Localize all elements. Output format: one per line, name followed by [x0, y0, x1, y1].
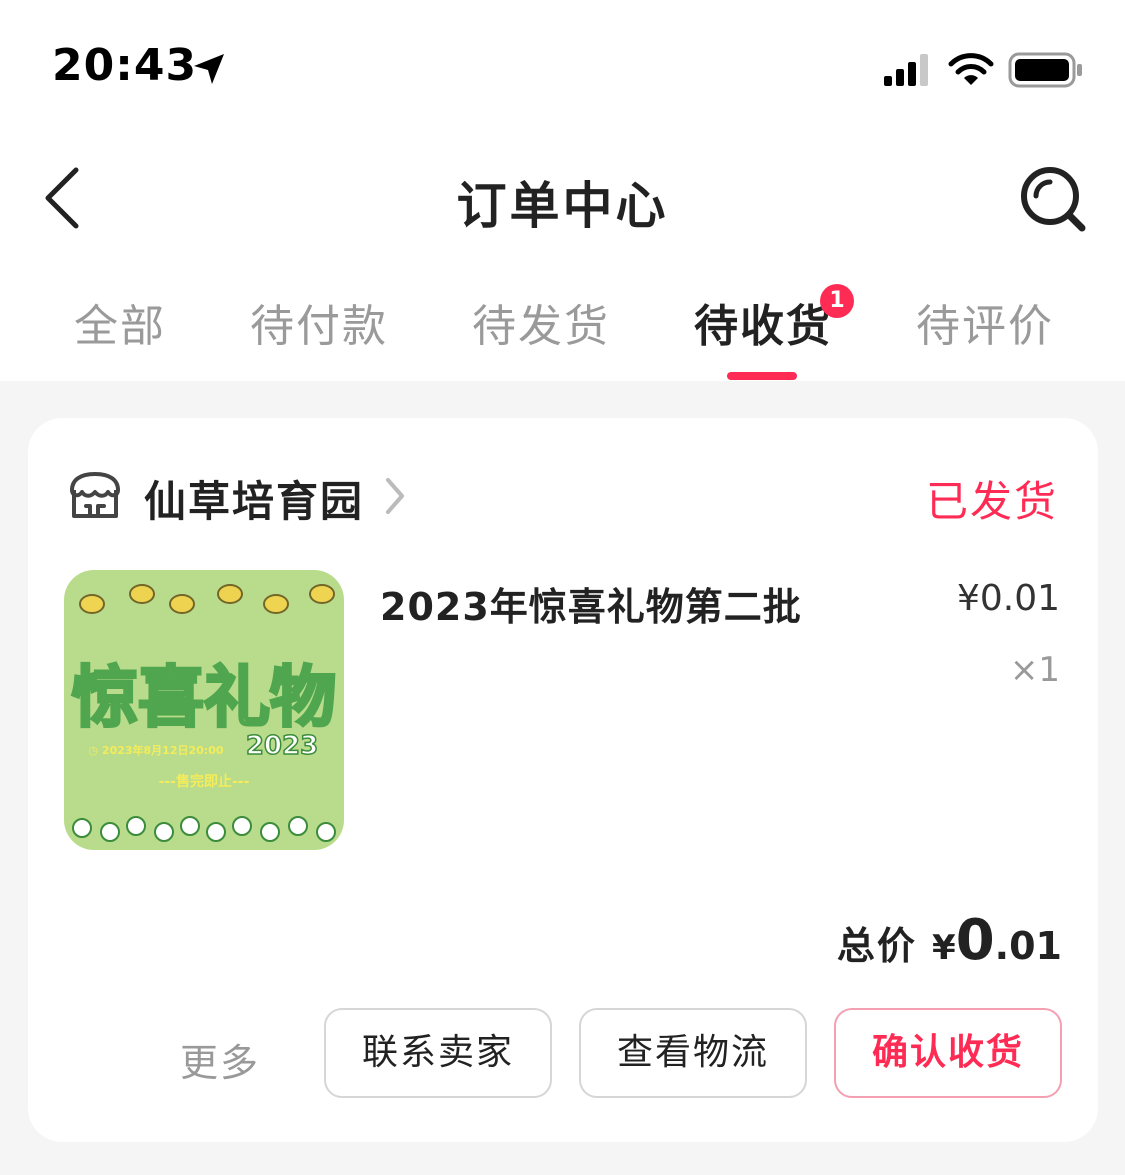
total-currency: ¥ [932, 928, 956, 968]
page-title: 订单中心 [456, 177, 669, 235]
status-time: 20:43 [52, 40, 198, 91]
quantity: ×1 [1009, 650, 1060, 690]
total-decimal: .01 [994, 924, 1062, 968]
order-status-label: 已发货 [925, 477, 1058, 526]
confirm-receipt-button[interactable]: 确认收货 [834, 1008, 1062, 1098]
view-logistics-button[interactable]: 查看物流 [579, 1008, 807, 1098]
thumbnail-date: ◷ 2023年8月12日20:00 [88, 743, 223, 757]
search-icon[interactable] [1018, 164, 1090, 236]
chevron-right-icon[interactable] [384, 476, 406, 516]
tab-pending-review[interactable]: 待评价 [916, 290, 1054, 354]
tab-pending-payment[interactable]: 待付款 [250, 290, 388, 354]
unit-price: ¥0.01 [956, 578, 1060, 619]
thumbnail-year: 2023 [246, 731, 318, 761]
thumbnail-note: ---售完即止--- [159, 773, 250, 790]
header-area: 20:43 订单中心 全部 待付款 待发货 待收货 1 待评价 [0, 0, 1125, 381]
more-button[interactable]: 更多 [180, 1032, 260, 1087]
contact-seller-button[interactable]: 联系卖家 [324, 1008, 552, 1098]
store-icon [70, 472, 120, 518]
product-title[interactable]: 2023年惊喜礼物第二批 [380, 576, 802, 631]
wifi-icon [948, 53, 994, 85]
shop-name[interactable]: 仙草培育园 [144, 468, 364, 529]
tab-count-badge: 1 [820, 284, 854, 318]
product-thumbnail[interactable]: 惊喜礼物 2023 ◷ 2023年8月12日20:00 ---售完即止--- [64, 570, 344, 850]
order-total: 总价 ¥0.01 [837, 908, 1062, 973]
tab-all[interactable]: 全部 [74, 290, 166, 354]
location-arrow-icon [194, 54, 224, 84]
thumbnail-headline: 惊喜礼物 [72, 659, 336, 736]
order-status-tabs: 全部 待付款 待发货 待收货 1 待评价 [0, 284, 1125, 380]
tab-pending-receipt[interactable]: 待收货 [694, 290, 832, 354]
order-card: 仙草培育园 已发货 惊喜礼物 2023 ◷ 2023年8月12日20:00 --… [28, 418, 1098, 1142]
tab-pending-shipment[interactable]: 待发货 [472, 290, 610, 354]
active-tab-indicator [727, 372, 797, 380]
total-integer: 0 [955, 908, 995, 973]
cellular-signal-icon [884, 54, 928, 86]
total-label: 总价 [836, 924, 917, 968]
battery-icon [1008, 52, 1082, 88]
